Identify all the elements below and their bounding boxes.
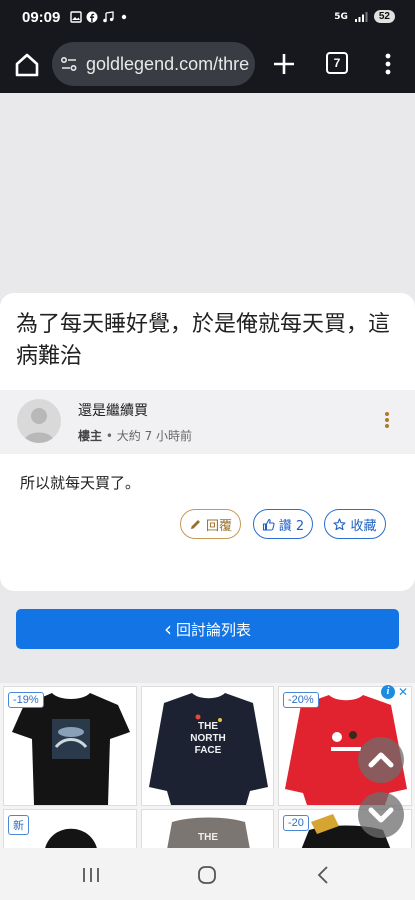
avatar[interactable] xyxy=(17,399,61,443)
scroll-down-button[interactable] xyxy=(358,792,404,838)
signal-icon xyxy=(354,11,368,22)
discount-badge: -20% xyxy=(283,692,319,708)
ad-tile[interactable]: 新 xyxy=(3,809,137,848)
tab-count: 7 xyxy=(333,56,341,70)
pencil-icon xyxy=(190,519,200,529)
author-meta: 樓主 • 大約 7 小時前 xyxy=(78,427,192,444)
chevron-down-icon xyxy=(368,807,394,823)
status-bar: 09:09 5G 52 xyxy=(0,0,415,38)
navy-sweatshirt-image: THE NORTH FACE xyxy=(149,693,268,805)
discount-badge: -19% xyxy=(8,692,44,708)
ad-close-icon[interactable]: ✕ xyxy=(398,685,408,699)
back-to-list-button[interactable]: ‹ 回討論列表 xyxy=(16,609,399,649)
meta-separator: • xyxy=(105,429,113,443)
status-time: 09:09 xyxy=(22,9,61,26)
svg-text:THE: THE xyxy=(198,721,218,732)
image-icon xyxy=(70,11,82,23)
grey-sweatshirt-image: THE xyxy=(167,817,250,848)
author-row: 還是繼續買 樓主 • 大約 7 小時前 xyxy=(0,390,415,454)
discount-badge: -20 xyxy=(283,815,309,831)
author-name[interactable]: 還是繼續買 xyxy=(78,400,148,420)
like-button[interactable]: 讚 2 xyxy=(253,509,313,539)
post-time: 大約 7 小時前 xyxy=(116,429,193,443)
favorite-button[interactable]: 收藏 xyxy=(324,509,386,539)
tabs-button[interactable]: 7 xyxy=(326,52,348,74)
url-text[interactable]: goldlegend.com/thre xyxy=(86,54,249,75)
battery-level: 52 xyxy=(373,10,395,23)
post-card: 為了每天睡好覺，於是俺就每天買，這病難治 還是繼續買 樓主 • 大約 7 小時前… xyxy=(0,293,415,591)
post-body: 所以就每天買了。 xyxy=(20,474,141,492)
more-vert-icon[interactable] xyxy=(380,50,396,78)
new-badge: 新 xyxy=(8,815,29,835)
chevron-up-icon xyxy=(368,752,394,768)
favorite-label: 收藏 xyxy=(350,518,377,534)
reply-label: 回覆 xyxy=(205,518,232,534)
address-bar[interactable]: goldlegend.com/thre xyxy=(52,42,255,86)
svg-text:FACE: FACE xyxy=(195,745,222,756)
notification-icons xyxy=(70,11,130,23)
ad-tile[interactable]: THE xyxy=(141,809,274,848)
ad-tile[interactable]: THE NORTH FACE xyxy=(141,686,274,806)
reply-button[interactable]: 回覆 xyxy=(180,509,241,539)
recents-icon[interactable] xyxy=(80,864,102,886)
music-icon xyxy=(103,11,114,23)
back-icon[interactable] xyxy=(313,864,335,886)
network-label: 5G xyxy=(334,11,348,22)
thumbs-up-icon xyxy=(262,518,275,531)
svg-text:NORTH: NORTH xyxy=(190,733,226,744)
like-label: 讚 2 xyxy=(278,518,305,534)
dot-icon xyxy=(121,14,127,20)
post-menu-icon[interactable] xyxy=(380,410,394,430)
browser-toolbar: goldlegend.com/thre 7 xyxy=(0,38,415,93)
ad-tile[interactable]: -19% xyxy=(3,686,137,806)
system-nav-bar xyxy=(0,848,415,900)
plus-icon[interactable] xyxy=(270,50,298,78)
author-role: 樓主 xyxy=(78,429,103,443)
site-settings-icon[interactable] xyxy=(60,55,78,73)
home-circle-icon[interactable] xyxy=(196,864,218,886)
status-right: 5G 52 xyxy=(334,10,395,23)
home-icon[interactable] xyxy=(12,50,42,80)
ad-banner[interactable]: i ✕ -19% THE NORTH FACE -20% 新 THE -20 xyxy=(0,683,415,848)
scroll-up-button[interactable] xyxy=(358,737,404,783)
back-arrow: ‹ xyxy=(163,617,172,641)
facebook-icon xyxy=(86,11,98,23)
post-title: 為了每天睡好覺，於是俺就每天買，這病難治 xyxy=(16,312,391,369)
star-icon xyxy=(333,517,347,530)
back-label: 回討論列表 xyxy=(175,620,251,639)
ad-info-icon[interactable]: i xyxy=(381,685,395,699)
svg-text:THE: THE xyxy=(198,832,218,843)
user-silhouette-icon xyxy=(23,408,55,443)
